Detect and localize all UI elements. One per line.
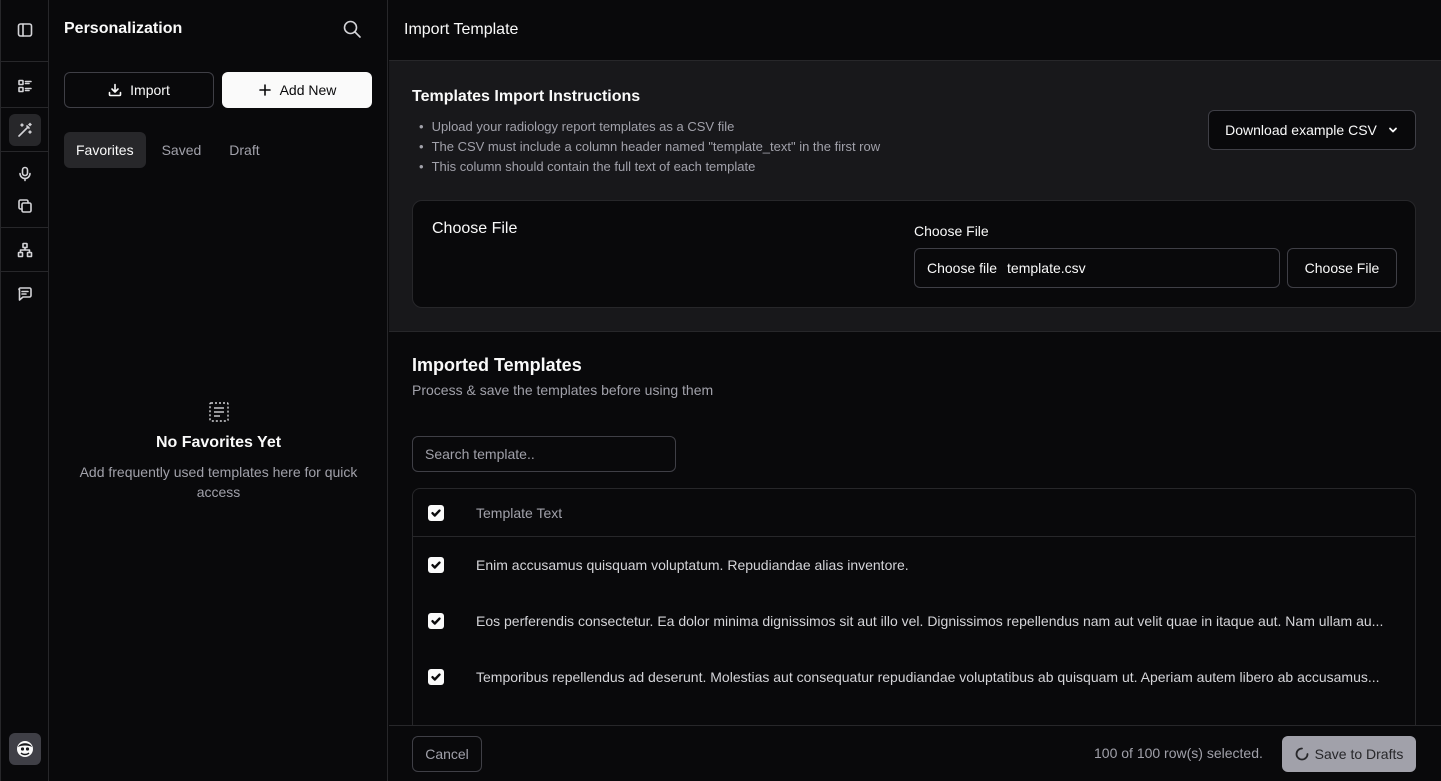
- panel-search-button[interactable]: [342, 19, 364, 41]
- rail-copy-button[interactable]: [9, 190, 41, 222]
- instruction-item: The CSV must include a column header nam…: [419, 137, 881, 157]
- search-icon: [343, 20, 361, 38]
- panel-tabs: Favorites Saved Draft: [64, 132, 276, 168]
- magic-wand-icon: [18, 122, 32, 137]
- sidebar-toggle-button[interactable]: [9, 14, 41, 46]
- file-field-label: Choose File: [914, 223, 989, 239]
- spinner-icon: [1295, 747, 1309, 761]
- rail-divider: [1, 107, 49, 108]
- rail-divider: [1, 227, 49, 228]
- instructions-title: Templates Import Instructions: [412, 88, 641, 105]
- save-to-drafts-label: Save to Drafts: [1314, 746, 1404, 762]
- row-checkbox[interactable]: [428, 613, 444, 629]
- table-row[interactable]: Eos perferendis consectetur. Ea dolor mi…: [413, 593, 1415, 649]
- row-template-text: Temporibus repellendus ad deserunt. Mole…: [476, 669, 1380, 685]
- download-example-label: Download example CSV: [1225, 122, 1377, 138]
- download-icon: [108, 83, 122, 97]
- import-button[interactable]: Import: [64, 72, 214, 108]
- instruction-item: This column should contain the full text…: [419, 157, 880, 177]
- select-all-checkbox[interactable]: [428, 504, 444, 521]
- favorites-empty-state: No Favorites Yet Add frequently used tem…: [64, 400, 373, 502]
- rail-list-button[interactable]: [9, 70, 41, 102]
- add-new-button-label: Add New: [279, 82, 337, 98]
- copy-icon: [18, 199, 32, 213]
- imported-templates-title: Imported Templates: [412, 355, 582, 375]
- instruction-item: Upload your radiology report templates a…: [419, 117, 880, 137]
- table-header: Template Text: [413, 489, 1415, 537]
- check-icon: [431, 617, 441, 625]
- column-header-template-text: Template Text: [476, 504, 563, 521]
- rail-personalization-button[interactable]: [9, 114, 41, 146]
- personalization-panel: Personalization Import Add New Favorites…: [49, 0, 388, 781]
- main-content: Import Template Templates Import Instruc…: [389, 0, 1441, 781]
- panel-title: Personalization: [64, 20, 183, 37]
- table-row-partial[interactable]: [413, 705, 1415, 725]
- row-template-text: Enim accusamus quisquam voluptatum. Repu…: [476, 557, 909, 573]
- tab-favorites[interactable]: Favorites: [64, 132, 146, 168]
- row-template-text: Eos perferendis consectetur. Ea dolor mi…: [476, 613, 1384, 629]
- instructions-list: Upload your radiology report templates a…: [419, 117, 881, 177]
- user-avatar[interactable]: [9, 733, 41, 765]
- check-icon: [431, 561, 441, 569]
- imported-templates-subtitle: Process & save the templates before usin…: [412, 382, 714, 398]
- save-to-drafts-button[interactable]: Save to Drafts: [1282, 736, 1416, 772]
- main-header: Import Template: [389, 0, 1441, 61]
- plus-icon: [258, 84, 271, 96]
- table-row[interactable]: Temporibus repellendus ad deserunt. Mole…: [413, 649, 1415, 705]
- file-card-heading: Choose File: [432, 220, 518, 237]
- selection-count: 100 of 100 row(s) selected.: [1094, 745, 1263, 761]
- action-footer: Cancel 100 of 100 row(s) selected. Save …: [389, 725, 1441, 781]
- check-icon: [431, 508, 441, 517]
- cancel-button[interactable]: Cancel: [412, 736, 482, 772]
- table-row[interactable]: Enim accusamus quisquam voluptatum. Repu…: [413, 537, 1415, 593]
- rail-divider: [1, 61, 49, 62]
- templates-table: Template Text Enim accusamus quisquam vo…: [412, 488, 1416, 725]
- rail-messages-button[interactable]: [9, 278, 41, 310]
- message-icon: [18, 287, 32, 301]
- row-checkbox[interactable]: [428, 669, 444, 685]
- file-input[interactable]: Choose file template.csv: [914, 248, 1280, 288]
- avatar-icon: [17, 741, 33, 757]
- tab-saved[interactable]: Saved: [150, 132, 214, 168]
- empty-list-icon: [207, 400, 231, 424]
- empty-description: Add frequently used templates here for q…: [79, 464, 358, 500]
- sidebar-toggle-icon: [17, 23, 33, 37]
- chevron-down-icon: [1388, 127, 1397, 133]
- list-icon: [18, 79, 32, 93]
- file-upload-card: Choose File Choose File Choose file temp…: [412, 200, 1416, 308]
- import-button-label: Import: [130, 82, 170, 98]
- icon-rail: [0, 0, 49, 781]
- search-template-input[interactable]: Search template..: [412, 436, 676, 472]
- rail-divider: [1, 151, 49, 152]
- network-icon: [17, 242, 33, 258]
- rail-dictation-button[interactable]: [9, 158, 41, 190]
- import-instructions-section: Templates Import Instructions Upload you…: [389, 61, 1441, 332]
- choose-file-button[interactable]: Choose File: [1287, 248, 1397, 288]
- microphone-icon: [19, 166, 31, 182]
- rail-divider: [1, 271, 49, 272]
- page-title: Import Template: [404, 21, 519, 38]
- check-icon: [431, 673, 441, 681]
- file-input-button[interactable]: Choose file: [927, 260, 997, 276]
- rail-network-button[interactable]: [9, 234, 41, 266]
- add-new-button[interactable]: Add New: [222, 72, 372, 108]
- download-example-csv-button[interactable]: Download example CSV: [1208, 110, 1416, 150]
- empty-title: No Favorites Yet: [155, 434, 282, 451]
- tab-draft[interactable]: Draft: [217, 132, 271, 168]
- row-checkbox[interactable]: [428, 557, 444, 573]
- file-input-filename: template.csv: [1007, 260, 1086, 276]
